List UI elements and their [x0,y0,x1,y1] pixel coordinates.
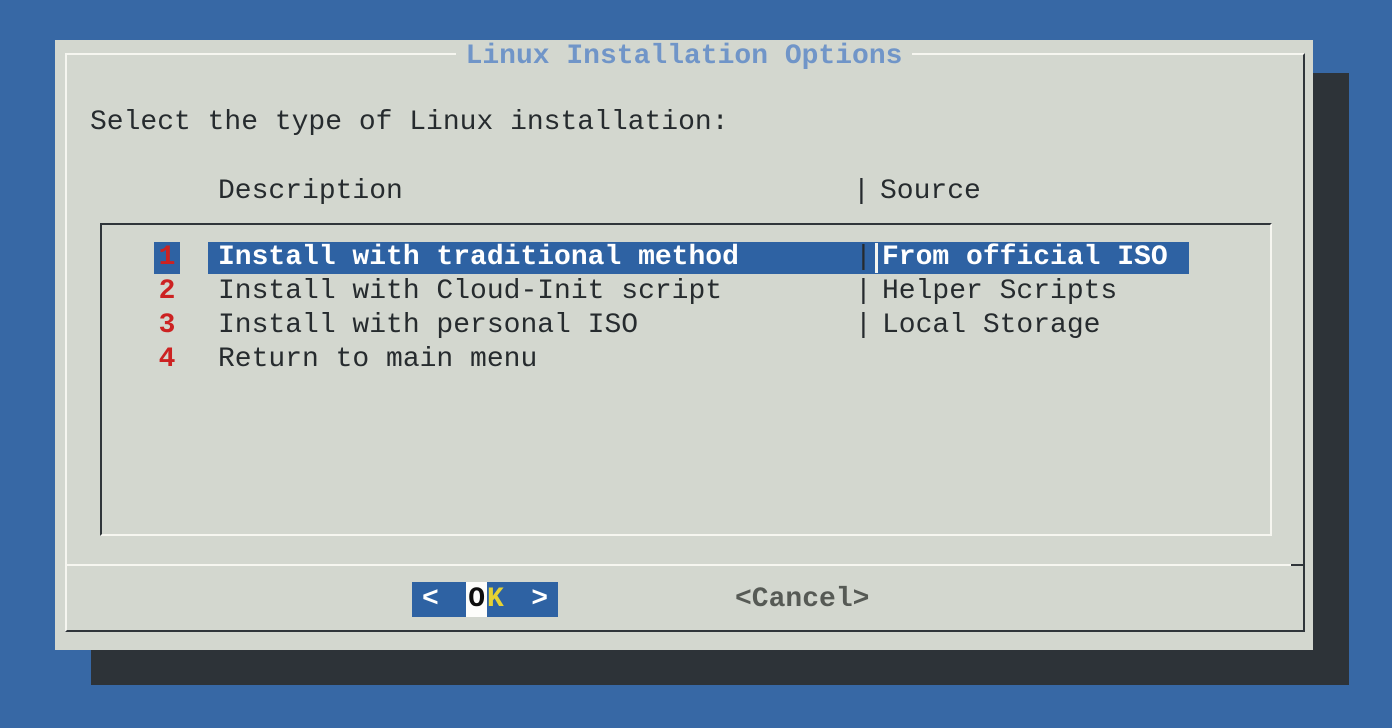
terminal-screen: Linux Installation Options Select the ty… [0,0,1392,728]
column-header-description: Description [218,175,403,209]
ok-button-open-bracket: < [422,582,439,617]
menu-item-return-main-menu[interactable]: 4 Return to main menu [102,344,1270,378]
menu-item-source: Helper Scripts [882,276,1117,308]
menu-item-source: From official ISO [882,242,1168,274]
menu-item-traditional-install[interactable]: 1 Install with traditional method | From… [102,242,1270,276]
column-divider: | [855,310,873,342]
dialog-title: Linux Installation Options [456,42,913,72]
menu-item-description: Install with personal ISO [218,310,638,342]
column-divider: | [855,242,873,274]
menu-item-description: Install with Cloud-Init script [218,276,722,308]
column-header-row: Description | Source [55,175,1313,209]
menu-item-number: 3 [154,310,180,342]
menu-item-number: 2 [154,276,180,308]
installation-options-dialog: Linux Installation Options Select the ty… [55,40,1313,650]
ok-button[interactable]: < OK > [412,582,558,617]
menu-item-source: Local Storage [882,310,1100,342]
ok-button-hotkey: K [487,582,504,617]
menu-rows: 1 Install with traditional method | From… [102,242,1270,378]
prompt-text: Select the type of Linux installation: [90,106,729,140]
ok-button-label: OK [466,582,504,617]
menu-item-cloud-init-install[interactable]: 2 Install with Cloud-Init script | Helpe… [102,276,1270,310]
menu-item-number: 4 [154,344,180,376]
button-area-separator [65,564,1305,566]
menu-item-description: Return to main menu [218,344,537,376]
dialog-title-row: Linux Installation Options [55,42,1313,72]
menu-item-description: Install with traditional method [218,242,739,274]
ok-button-cursor: O [466,582,487,617]
menu-list-box: 1 Install with traditional method | From… [100,223,1272,536]
menu-item-number: 1 [154,242,180,274]
column-divider: | [853,175,870,209]
separator-dark-tick [1291,564,1305,566]
column-header-source: Source [880,175,981,209]
ok-button-close-bracket: > [531,582,548,617]
menu-item-personal-iso-install[interactable]: 3 Install with personal ISO | Local Stor… [102,310,1270,344]
column-divider: | [855,276,873,308]
cancel-button[interactable]: <Cancel> [735,585,869,615]
